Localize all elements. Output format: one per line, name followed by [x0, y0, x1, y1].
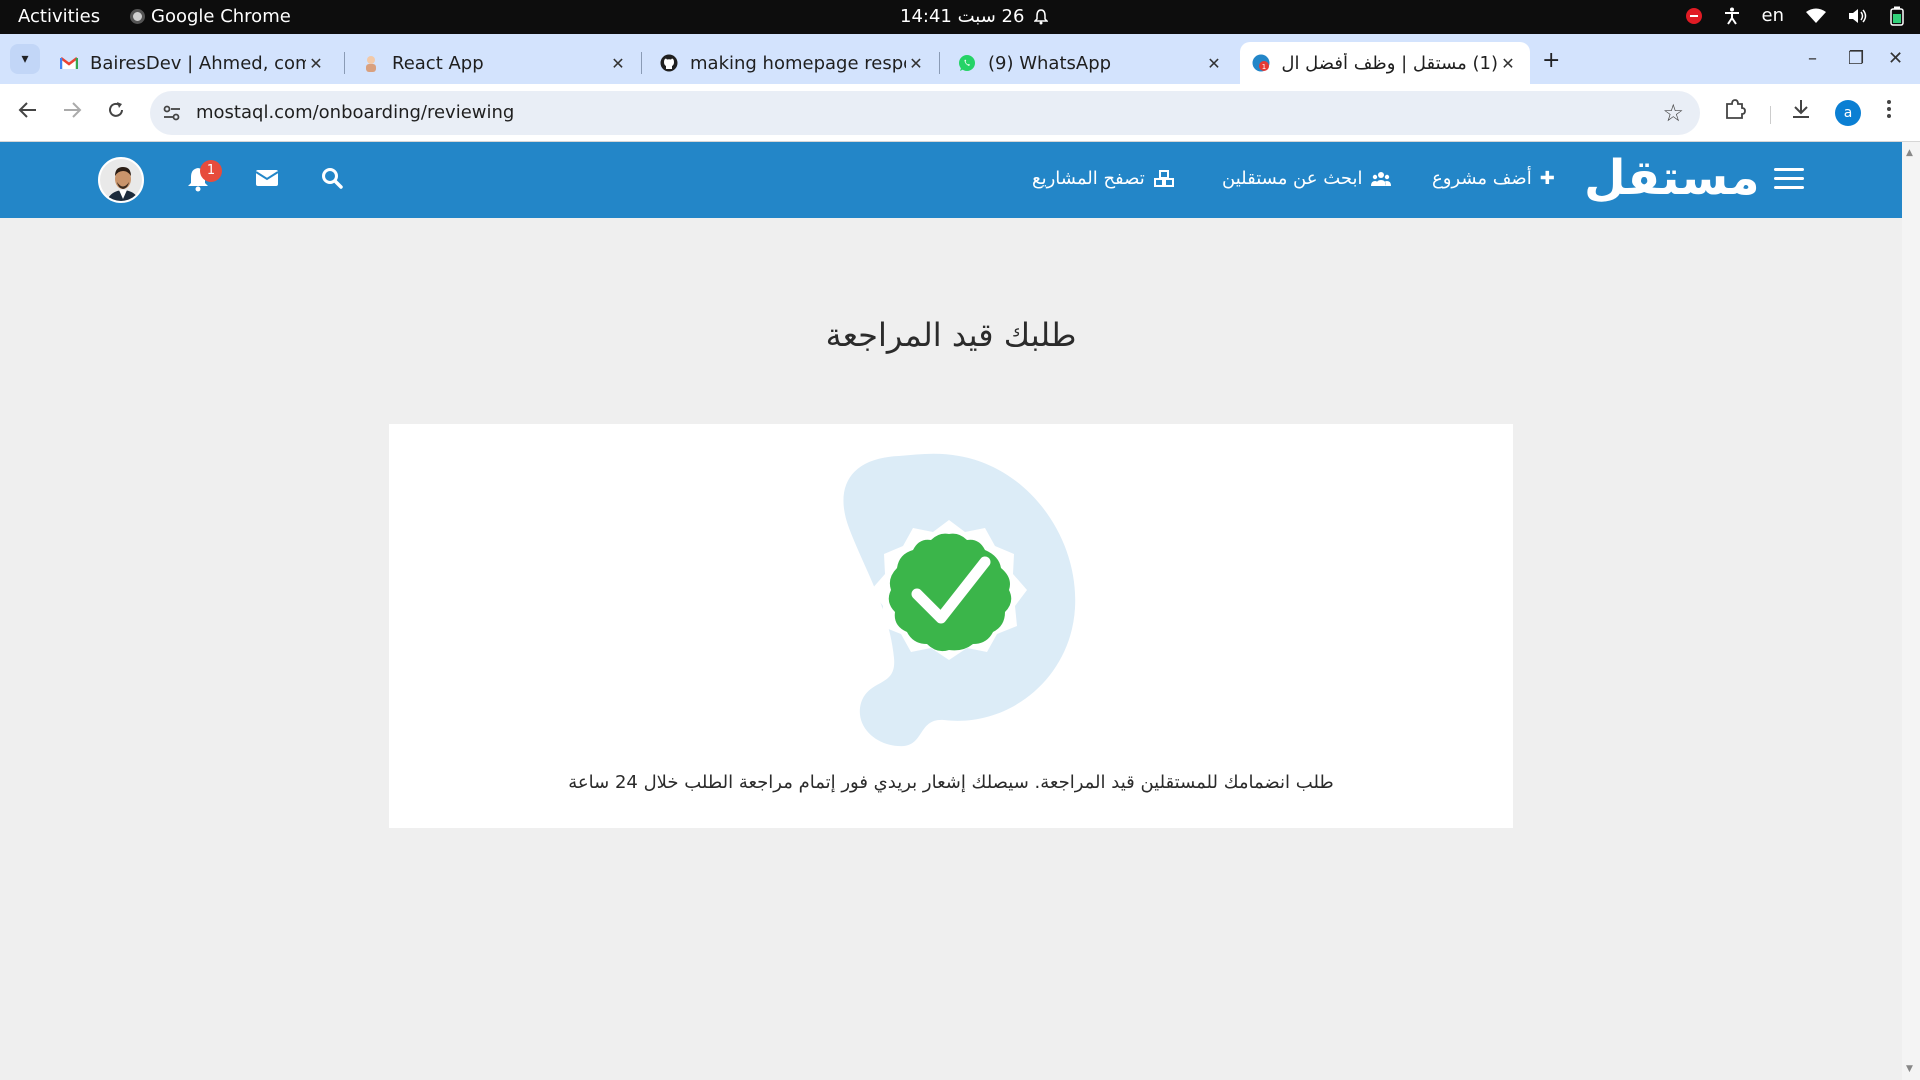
review-message: طلب انضمامك للمستقلين قيد المراجعة. سيصل…	[568, 772, 1334, 793]
system-tray[interactable]: en	[1685, 5, 1904, 26]
restore-button[interactable]: ❐	[1848, 48, 1864, 69]
search-icon	[322, 168, 343, 189]
app-name: Google Chrome	[151, 6, 291, 27]
notification-count-badge: 1	[200, 160, 222, 182]
url-text[interactable]: mostaql.com/onboarding/reviewing	[196, 102, 514, 123]
tab-whatsapp[interactable]: (9) WhatsApp ✕	[946, 42, 1236, 84]
plus-icon: ✚	[1539, 168, 1555, 189]
nav-add-project-label: أضف مشروع	[1432, 168, 1532, 189]
bookmark-star-icon[interactable]: ☆	[1662, 99, 1684, 127]
reload-button[interactable]	[102, 100, 130, 126]
clock[interactable]: 26 سبت 14:41	[900, 6, 1049, 27]
arrow-left-icon	[18, 102, 36, 118]
nav-browse-projects-label: تصفح المشاريع	[1032, 168, 1145, 189]
chrome-menu-button[interactable]	[1886, 98, 1892, 125]
tab-title: React App	[392, 52, 484, 74]
messages-button[interactable]	[254, 166, 282, 194]
tab-separator	[939, 52, 940, 74]
whatsapp-icon	[959, 55, 975, 71]
reload-icon	[109, 102, 123, 117]
minimize-button[interactable]: –	[1808, 48, 1817, 69]
react-app-icon	[366, 56, 376, 72]
tab-separator	[641, 52, 642, 74]
close-tab-icon[interactable]: ✕	[306, 54, 326, 73]
tab-title: (1) مستقل | وظف أفضل ال	[1282, 52, 1498, 74]
clock-text: 26 سبت 14:41	[900, 6, 1025, 27]
tab-title: making homepage respo	[690, 52, 906, 74]
nav-add-project[interactable]: ✚ أضف مشروع	[1432, 168, 1555, 189]
back-button[interactable]	[14, 100, 42, 126]
tab-mostaql[interactable]: 1 (1) مستقل | وظف أفضل ال ✕	[1240, 42, 1530, 84]
gmail-icon	[60, 57, 78, 69]
envelope-icon	[255, 170, 279, 186]
extensions-button[interactable]	[1724, 98, 1746, 125]
wifi-icon	[1806, 8, 1826, 23]
close-tab-icon[interactable]: ✕	[608, 54, 628, 73]
puzzle-icon	[1726, 99, 1746, 119]
menu-hamburger-icon[interactable]	[1774, 168, 1804, 190]
cubes-icon	[1153, 169, 1174, 187]
page-title: طلبك قيد المراجعة	[825, 316, 1077, 354]
svg-text:1: 1	[1262, 63, 1266, 71]
search-button[interactable]	[320, 166, 348, 194]
users-icon	[1370, 171, 1391, 186]
tab-search-button[interactable]: ▾	[10, 44, 40, 74]
forward-button[interactable]	[58, 100, 86, 126]
user-avatar[interactable]	[98, 157, 144, 203]
app-menu[interactable]: Google Chrome	[130, 6, 291, 27]
keyboard-language: en	[1761, 5, 1784, 26]
tab-title: (9) WhatsApp	[988, 52, 1112, 74]
accessibility-icon	[1724, 7, 1739, 25]
nav-find-freelancers-label: ابحث عن مستقلين	[1222, 168, 1363, 189]
nav-browse-projects[interactable]: تصفح المشاريع	[1032, 168, 1175, 189]
page-scrollbar[interactable]: ▲ ▼	[1902, 142, 1920, 1080]
arrow-right-icon	[64, 102, 82, 118]
downloads-button[interactable]	[1790, 98, 1812, 125]
activities-button[interactable]: Activities	[18, 6, 100, 27]
tab-react-app[interactable]: React App ✕	[350, 42, 640, 84]
verified-badge-illustration	[843, 453, 1076, 747]
mostaql-icon: 1	[1252, 54, 1270, 72]
os-top-bar: Activities Google Chrome 26 سبت 14:41 en	[0, 0, 1920, 34]
kebab-menu-icon	[1887, 100, 1891, 118]
site-logo[interactable]: مستقل	[1584, 150, 1761, 206]
close-tab-icon[interactable]: ✕	[1204, 54, 1224, 73]
browser-toolbar: mostaql.com/onboarding/reviewing ☆ a	[0, 84, 1920, 142]
volume-icon	[1849, 8, 1867, 23]
tab-bairesdev[interactable]: BairesDev | Ahmed, com ✕	[48, 42, 338, 84]
scroll-down-icon[interactable]: ▼	[1906, 1064, 1913, 1074]
close-window-button[interactable]: ✕	[1888, 48, 1903, 69]
address-bar[interactable]: mostaql.com/onboarding/reviewing ☆	[150, 91, 1700, 135]
battery-icon	[1890, 6, 1904, 26]
chrome-icon	[130, 9, 145, 24]
site-header: مستقل ✚ أضف مشروع ابحث عن مستقلين تصفح ا…	[0, 142, 1902, 218]
site-settings-icon[interactable]	[162, 103, 182, 123]
alarm-icon	[1034, 8, 1049, 24]
review-status-card: طلب انضمامك للمستقلين قيد المراجعة. سيصل…	[389, 424, 1513, 828]
scroll-up-icon[interactable]: ▲	[1906, 148, 1913, 158]
close-tab-icon[interactable]: ✕	[906, 54, 926, 73]
close-tab-icon[interactable]: ✕	[1498, 54, 1518, 73]
profile-avatar-button[interactable]: a	[1835, 100, 1861, 126]
tab-strip: ▾ BairesDev | Ahmed, com ✕ React App ✕ m…	[0, 34, 1920, 84]
tab-title: BairesDev | Ahmed, com	[90, 52, 306, 74]
do-not-disturb-icon	[1685, 7, 1702, 24]
github-icon	[660, 54, 678, 72]
new-tab-button[interactable]: +	[1542, 48, 1560, 73]
nav-find-freelancers[interactable]: ابحث عن مستقلين	[1222, 168, 1391, 189]
download-icon	[1793, 100, 1809, 118]
tab-github[interactable]: making homepage respo ✕	[648, 42, 938, 84]
tab-separator	[344, 52, 345, 74]
toolbar-divider	[1770, 106, 1771, 124]
